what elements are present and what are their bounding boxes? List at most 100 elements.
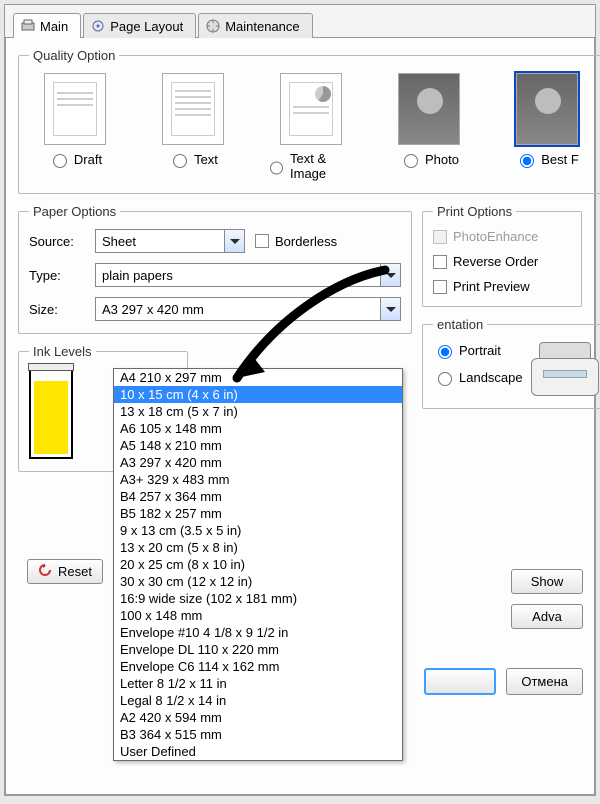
quality-item-text-image[interactable]: Text & Image: [265, 73, 357, 181]
landscape-radio[interactable]: [438, 372, 452, 386]
print-options-legend: Print Options: [433, 204, 516, 219]
quality-radio-text-image[interactable]: [270, 161, 283, 175]
tab-maintenance[interactable]: Maintenance: [198, 13, 312, 38]
checkbox-icon: [433, 230, 447, 244]
quality-item-photo[interactable]: Photo: [383, 73, 475, 181]
show-button[interactable]: Show: [511, 569, 583, 594]
photoenhance-checkbox: PhotoEnhance: [433, 229, 571, 244]
size-option[interactable]: Envelope C6 114 x 162 mm: [114, 658, 402, 675]
ink-bottle-yellow: [29, 369, 73, 459]
size-option[interactable]: A3+ 329 x 483 mm: [114, 471, 402, 488]
quality-item-text[interactable]: Text: [147, 73, 239, 181]
size-option[interactable]: A2 420 x 594 mm: [114, 709, 402, 726]
quality-label: Text & Image: [290, 151, 357, 181]
quality-option-group: Quality Option Draft Text: [18, 48, 600, 194]
tab-page-layout[interactable]: Page Layout: [83, 13, 196, 38]
reset-label: Reset: [58, 564, 92, 579]
quality-radio-text[interactable]: [173, 154, 187, 168]
quality-thumb-photo: [398, 73, 460, 145]
cancel-button[interactable]: Отмена: [506, 668, 583, 695]
source-value: Sheet: [102, 234, 136, 249]
print-options-group: Print Options PhotoEnhance Reverse Order: [422, 204, 582, 307]
quality-item-best[interactable]: Best F: [501, 73, 593, 181]
size-option[interactable]: B4 257 x 364 mm: [114, 488, 402, 505]
chevron-down-icon[interactable]: [380, 298, 400, 320]
checkbox-icon: [433, 280, 447, 294]
quality-thumb-best: [516, 73, 578, 145]
right-button-column: Show Adva: [511, 569, 583, 629]
photoenhance-label: PhotoEnhance: [453, 229, 538, 244]
size-option[interactable]: 13 x 18 cm (5 x 7 in): [114, 403, 402, 420]
source-label: Source:: [29, 234, 85, 249]
quality-radio-draft[interactable]: [53, 154, 67, 168]
size-option[interactable]: B5 182 x 257 mm: [114, 505, 402, 522]
size-option[interactable]: 10 x 15 cm (4 x 6 in): [114, 386, 402, 403]
size-option[interactable]: 13 x 20 cm (5 x 8 in): [114, 539, 402, 556]
type-value: plain papers: [102, 268, 173, 283]
size-option[interactable]: Envelope DL 110 x 220 mm: [114, 641, 402, 658]
landscape-label: Landscape: [459, 370, 523, 385]
checkbox-icon: [255, 234, 269, 248]
size-option[interactable]: Legal 8 1/2 x 14 in: [114, 692, 402, 709]
quality-thumb-draft: [44, 73, 106, 145]
printer-icon: [531, 342, 599, 396]
type-label: Type:: [29, 268, 85, 283]
reverse-label: Reverse Order: [453, 254, 538, 269]
size-label: Size:: [29, 302, 85, 317]
quality-label: Text: [194, 152, 218, 167]
advanced-button[interactable]: Adva: [511, 604, 583, 629]
quality-thumb-text: [162, 73, 224, 145]
paper-options-group: Paper Options Source: Sheet Borderless: [18, 204, 412, 334]
layout-tab-icon: [90, 18, 106, 34]
size-value: A3 297 x 420 mm: [102, 302, 204, 317]
chevron-down-icon[interactable]: [380, 264, 400, 286]
portrait-radio-row[interactable]: Portrait: [433, 342, 523, 359]
quality-radio-photo[interactable]: [404, 154, 418, 168]
type-combo[interactable]: plain papers: [95, 263, 401, 287]
tab-label: Page Layout: [110, 19, 183, 34]
ink-legend: Ink Levels: [29, 344, 96, 359]
source-combo[interactable]: Sheet: [95, 229, 245, 253]
tab-strip: Main Page Layout Maintenance: [5, 5, 595, 37]
print-preview-checkbox[interactable]: Print Preview: [433, 279, 571, 294]
tab-label: Main: [40, 19, 68, 34]
orientation-group: entation Portrait Landscape: [422, 317, 600, 409]
quality-radio-best[interactable]: [520, 154, 534, 168]
tab-main[interactable]: Main: [13, 13, 81, 38]
size-option[interactable]: 16:9 wide size (102 x 181 mm): [114, 590, 402, 607]
printer-tab-icon: [20, 18, 36, 34]
portrait-radio[interactable]: [438, 345, 452, 359]
size-option[interactable]: 30 x 30 cm (12 x 12 in): [114, 573, 402, 590]
quality-item-draft[interactable]: Draft: [29, 73, 121, 181]
size-option[interactable]: A4 210 x 297 mm: [114, 369, 402, 386]
printer-preferences-window: Main Page Layout Maintenance Quality Opt…: [4, 4, 596, 796]
tab-label: Maintenance: [225, 19, 299, 34]
reset-icon: [38, 563, 52, 580]
ok-button[interactable]: [424, 668, 496, 695]
size-option[interactable]: 9 x 13 cm (3.5 x 5 in): [114, 522, 402, 539]
borderless-label: Borderless: [275, 234, 337, 249]
reverse-order-checkbox[interactable]: Reverse Order: [433, 254, 571, 269]
borderless-checkbox[interactable]: Borderless: [255, 234, 337, 249]
size-option[interactable]: B3 364 x 515 mm: [114, 726, 402, 743]
reset-button[interactable]: Reset: [27, 559, 103, 584]
dialog-button-row: Отмена: [424, 668, 583, 695]
size-option[interactable]: 20 x 25 cm (8 x 10 in): [114, 556, 402, 573]
size-option[interactable]: Envelope #10 4 1/8 x 9 1/2 in: [114, 624, 402, 641]
quality-legend: Quality Option: [29, 48, 119, 63]
preview-label: Print Preview: [453, 279, 530, 294]
size-option[interactable]: User Defined: [114, 743, 402, 760]
paper-legend: Paper Options: [29, 204, 120, 219]
portrait-label: Portrait: [459, 343, 501, 358]
size-option[interactable]: 100 x 148 mm: [114, 607, 402, 624]
size-combo[interactable]: A3 297 x 420 mm: [95, 297, 401, 321]
landscape-radio-row[interactable]: Landscape: [433, 369, 523, 386]
chevron-down-icon[interactable]: [224, 230, 244, 252]
quality-label: Photo: [425, 152, 459, 167]
size-option[interactable]: A5 148 x 210 mm: [114, 437, 402, 454]
size-option[interactable]: A3 297 x 420 mm: [114, 454, 402, 471]
size-option[interactable]: A6 105 x 148 mm: [114, 420, 402, 437]
size-option[interactable]: Letter 8 1/2 x 11 in: [114, 675, 402, 692]
quality-label: Best F: [541, 152, 579, 167]
size-dropdown-list[interactable]: A4 210 x 297 mm10 x 15 cm (4 x 6 in)13 x…: [113, 368, 403, 761]
